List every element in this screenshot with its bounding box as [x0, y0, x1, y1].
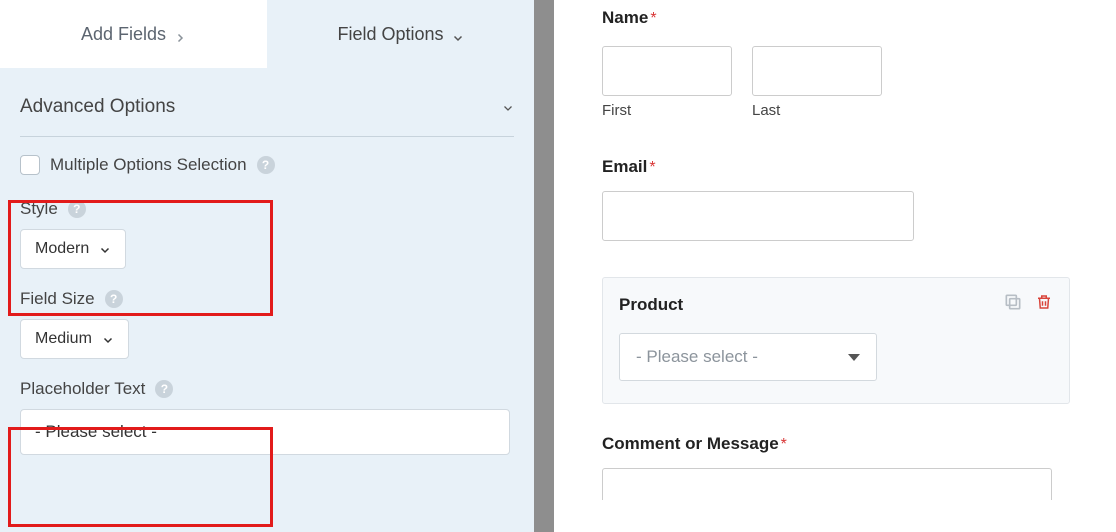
style-select[interactable]: Modern: [20, 229, 126, 269]
duplicate-icon[interactable]: [1003, 292, 1023, 317]
product-select-placeholder: - Please select -: [636, 347, 758, 367]
help-icon[interactable]: ?: [257, 156, 275, 174]
first-sublabel: First: [602, 102, 732, 119]
help-icon[interactable]: ?: [155, 380, 173, 398]
field-size-label: Field Size: [20, 289, 95, 309]
chevron-down-icon: [452, 28, 464, 40]
comment-textarea[interactable]: [602, 468, 1052, 500]
field-actions: [1003, 292, 1053, 317]
last-sublabel: Last: [752, 102, 882, 119]
section-title: Advanced Options: [20, 96, 175, 118]
advanced-options-section: Advanced Options Multiple Options Select…: [0, 68, 534, 461]
sidebar: Add Fields Field Options Advanced Option…: [0, 0, 534, 532]
panel-tabs: Add Fields Field Options: [0, 0, 534, 68]
chevron-down-icon: [502, 101, 514, 113]
product-field-card[interactable]: Product - Please select -: [602, 277, 1070, 404]
section-header[interactable]: Advanced Options: [20, 68, 514, 136]
required-indicator: *: [649, 159, 655, 176]
help-icon[interactable]: ?: [105, 290, 123, 308]
trash-icon[interactable]: [1035, 292, 1053, 317]
placeholder-text-label: Placeholder Text: [20, 379, 145, 399]
name-label: Name: [602, 8, 648, 27]
help-icon[interactable]: ?: [68, 200, 86, 218]
email-input[interactable]: [602, 191, 914, 241]
select-value: Modern: [35, 240, 89, 258]
form-preview: Name* First Last Email* Product: [554, 0, 1116, 532]
email-field: Email*: [602, 157, 1078, 241]
chevron-right-icon: [174, 28, 186, 40]
tab-field-options[interactable]: Field Options: [267, 0, 534, 68]
multiple-selection-label: Multiple Options Selection: [50, 155, 247, 175]
email-label: Email: [602, 157, 647, 176]
required-indicator: *: [650, 10, 656, 27]
comment-field: Comment or Message*: [602, 434, 1078, 500]
multiple-selection-row: Multiple Options Selection ?: [20, 137, 514, 185]
tab-label: Field Options: [337, 24, 443, 45]
field-size-select[interactable]: Medium: [20, 319, 129, 359]
tab-label: Add Fields: [81, 24, 166, 45]
comment-label: Comment or Message: [602, 434, 779, 453]
name-field: Name* First Last: [602, 8, 1078, 119]
style-label: Style: [20, 199, 58, 219]
panel-separator: [534, 0, 554, 532]
caret-down-icon: [848, 354, 860, 361]
field-size-group: Field Size ? Medium: [20, 275, 514, 365]
tab-add-fields[interactable]: Add Fields: [0, 0, 267, 68]
last-name-input[interactable]: [752, 46, 882, 96]
style-group: Style ? Modern: [20, 185, 514, 275]
chevron-down-icon: [99, 243, 111, 255]
first-name-input[interactable]: [602, 46, 732, 96]
select-value: Medium: [35, 330, 92, 348]
placeholder-text-group: Placeholder Text ?: [20, 365, 514, 461]
product-select[interactable]: - Please select -: [619, 333, 877, 381]
required-indicator: *: [781, 436, 787, 453]
multiple-selection-checkbox[interactable]: [20, 155, 40, 175]
chevron-down-icon: [102, 333, 114, 345]
product-label: Product: [619, 295, 683, 315]
placeholder-text-input[interactable]: [20, 409, 510, 455]
